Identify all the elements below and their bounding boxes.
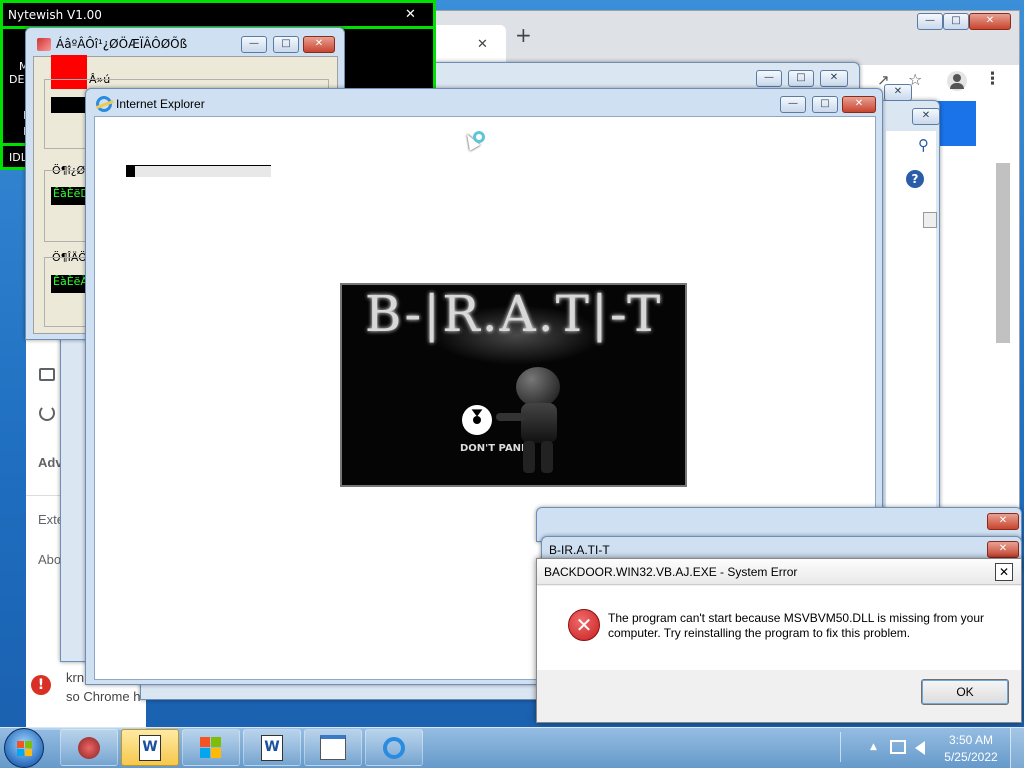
garbled-minimize-button[interactable]: — [241,36,267,53]
ie-minimize-button[interactable]: — [780,96,806,113]
tray-scroll-up[interactable] [840,732,854,762]
sidebar-item-advanced[interactable]: Adv [38,455,63,470]
chrome-menu-icon[interactable]: ⋮ [984,69,1001,89]
error-dialog-close-button[interactable]: ✕ [995,563,1013,581]
taskbar-notepad-button[interactable] [304,729,362,766]
windows-flag-icon [200,736,222,759]
search-icon[interactable]: ⚲ [918,136,929,154]
chrome-maximize-button[interactable]: □ [943,13,969,30]
ie-maximize-button[interactable]: □ [812,96,838,113]
taskbar-ie-button[interactable] [365,729,423,766]
new-tab-button[interactable]: + [515,23,532,47]
sidebar-item-about[interactable]: Abo [38,552,61,567]
ok-button[interactable]: OK [921,679,1009,705]
notice-text-line2: so Chrome h [66,689,141,704]
sidebar-window-icon[interactable] [39,368,55,381]
nytewish-close-icon[interactable]: ✕ [405,7,416,22]
bg-window-1-close[interactable]: ✕ [820,70,848,87]
robot-figure [496,367,564,475]
error-notice-icon: ! [31,675,51,695]
bg-window-1-minimize[interactable]: — [756,70,782,87]
windows-logo-icon [17,741,33,757]
taskbar-word2-button[interactable]: W [243,729,301,766]
ie-close-button[interactable]: ✕ [842,96,876,113]
chrome-minimize-button[interactable]: — [917,13,943,30]
notepad-icon [320,735,346,760]
taskbar-word-button[interactable]: W [121,729,179,766]
bg-window-1-maximize[interactable]: □ [788,70,814,87]
brat-banner-title: B-|R.A.T|-T [364,285,663,343]
brat-dialog-back-close[interactable]: ✕ [987,513,1019,530]
ie-progress-fill [126,166,135,177]
avatar-icon[interactable] [947,71,967,91]
clock-time[interactable]: 3:50 AM [940,733,1002,747]
ie-icon [383,736,405,759]
error-icon: ✕ [568,609,600,641]
error-message-line2: computer. Try reinstalling the program t… [608,626,911,640]
garbled-app-icon [37,38,51,51]
help-icon[interactable]: ? [906,170,924,188]
ie-window-title: Internet Explorer [116,97,205,111]
notice-text-line1: krn [66,670,85,685]
tab-close-icon[interactable]: ✕ [477,37,488,52]
show-desktop-button[interactable] [1010,728,1024,768]
brat-dialog-close[interactable]: ✕ [987,541,1019,558]
error-dialog-body: ✕ The program can't start because MSVBVM… [537,586,1021,670]
nytewish-side-text-2: DE [9,73,25,86]
tray-overflow-icon[interactable]: ▲ [870,742,877,752]
clock-date[interactable]: 5/25/2022 [940,750,1002,764]
brat-banner: B-|R.A.T|-T DON'T PANIC [340,283,687,487]
error-dialog-title: BACKDOOR.WIN32.VB.AJ.EXE - System Error [544,565,798,579]
chrome-scrollbar[interactable] [996,163,1010,343]
taskbar-windows-button[interactable] [182,729,240,766]
ie-logo-icon [96,96,114,112]
word-doc-icon-2: W [261,734,283,761]
garbled-maximize-button[interactable]: □ [273,36,299,53]
bg-window-2-close[interactable]: ✕ [912,108,940,125]
taskbar-program-button[interactable] [60,729,118,766]
nytewish-titlebar: Nytewish V1.00 ✕ [3,3,433,29]
garbled-window-title: ÁâºÂÔî¹¿ØÖÆÏÂÔØÕß [56,37,188,51]
garbled-close-button[interactable]: ✕ [303,36,335,53]
error-dialog: BACKDOOR.WIN32.VB.AJ.EXE - System Error … [536,558,1022,723]
network-icon[interactable] [890,740,906,754]
volume-icon[interactable] [915,741,925,755]
busy-ring-icon [473,131,485,143]
nytewish-title: Nytewish V1.00 [8,8,102,22]
ie-progress-bar [126,165,271,177]
word-doc-icon: W [139,734,161,761]
power-icon[interactable] [39,405,55,421]
chrome-close-button[interactable]: ✕ [969,13,1011,30]
radiation-icon [462,405,492,435]
error-message-line1: The program can't start because MSVBVM50… [608,611,984,625]
program-icon [78,736,100,759]
start-button[interactable] [4,728,44,768]
bg-window-2-scrollbar[interactable] [923,212,937,228]
bg-window-3-close[interactable]: ✕ [884,84,912,101]
error-dialog-titlebar: BACKDOOR.WIN32.VB.AJ.EXE - System Error … [537,559,1021,585]
brat-dialog-title: B-IR.A.TI-T [549,543,610,557]
